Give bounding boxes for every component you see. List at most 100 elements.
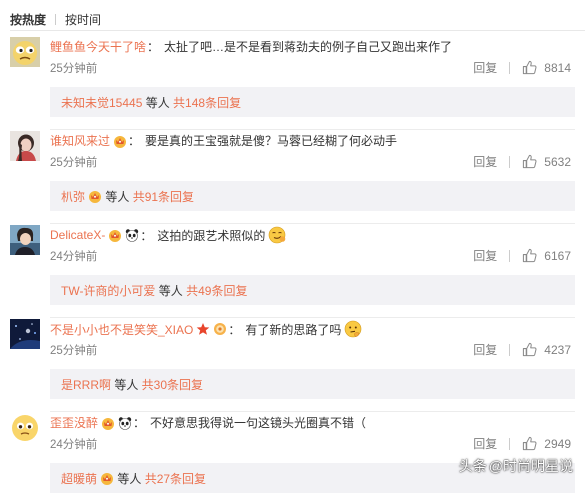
timestamp: 25分钟前	[50, 63, 98, 75]
like-count: 5632	[544, 154, 571, 169]
comment-item: DelicateX- ： 这拍的跟艺术照似的 24分钟前 回复 6167 TW-…	[0, 225, 585, 318]
replies-summary[interactable]: 未知未觉15445 等人 共148条回复	[50, 87, 575, 117]
avatar[interactable]	[10, 225, 40, 255]
reply-usernames[interactable]: 朳弥	[61, 188, 85, 205]
like-count: 8814	[544, 60, 571, 75]
comment-item: 谁知风来过 ： 要是真的王宝强就是傻？马蓉已经糊了何必动手 25分钟前 回复 5…	[0, 131, 585, 224]
smirk-emoji-icon	[268, 226, 286, 244]
timestamp: 24分钟前	[50, 251, 98, 263]
avatar[interactable]	[10, 319, 40, 349]
username[interactable]: 鲤鱼鱼今天干了啥	[50, 38, 146, 55]
like-button[interactable]: 5632	[522, 154, 571, 169]
comment-actions: 回复 8814	[473, 59, 571, 76]
star-badge-icon	[196, 322, 210, 336]
reply-usernames[interactable]: TW-许商的小可爱	[61, 282, 155, 299]
colon: ：	[140, 228, 153, 243]
comment-divider	[50, 411, 575, 412]
panda-badge-icon	[125, 228, 139, 242]
more-replies-link[interactable]: 共148条回复	[173, 94, 241, 111]
actions-separator	[509, 437, 511, 450]
more-replies-link[interactable]: 共91条回复	[133, 188, 194, 205]
timestamp: 25分钟前	[50, 345, 98, 357]
sort-by-hot-tab[interactable]: 按热度	[10, 11, 46, 28]
comment-actions: 回复 6167	[473, 247, 571, 264]
comment-divider	[50, 129, 575, 130]
comment-text: 不好意思我得说一句这镜头光圈真不错（	[150, 416, 367, 430]
comment-divider	[50, 317, 575, 318]
sort-bar: 按热度 按时间	[10, 10, 101, 28]
comment-text: 有了新的思路了吗	[245, 322, 342, 337]
watermark: 头条 @时尚明星说	[459, 456, 573, 476]
watermark-text: @时尚明星说	[488, 458, 573, 474]
watermark-prefix: 头条	[458, 458, 487, 474]
crown-badge-icon	[113, 134, 127, 148]
comment-text: 这拍的跟艺术照似的	[157, 228, 266, 243]
username[interactable]: 歪歪没醉	[50, 414, 98, 431]
flower-badge-icon	[213, 322, 227, 336]
timestamp: 25分钟前	[50, 157, 98, 169]
reply-suffix: 等人	[142, 95, 174, 110]
username[interactable]: 谁知风来过	[50, 132, 110, 149]
like-button[interactable]: 2949	[522, 436, 571, 451]
reply-usernames[interactable]: 是RRR啊	[61, 376, 111, 393]
actions-separator	[509, 343, 511, 356]
username[interactable]: DelicateX-	[50, 228, 105, 242]
reply-suffix: 等人	[102, 189, 133, 204]
like-count: 2949	[544, 436, 571, 451]
replies-summary[interactable]: 是RRR啊 等人 共30条回复	[50, 369, 575, 399]
actions-separator	[509, 61, 511, 74]
comment-item: 歪歪没醉 ： 不好意思我得说一句这镜头光圈真不错（ 24分钟前 回复 2949 …	[0, 413, 585, 493]
comment-actions: 回复 5632	[473, 153, 571, 170]
reply-suffix: 等人	[155, 283, 187, 298]
sort-by-time-tab[interactable]: 按时间	[65, 11, 101, 28]
more-replies-link[interactable]: 共30条回复	[142, 376, 203, 393]
username[interactable]: 不是小小也不是笑笑_XIAO	[50, 321, 193, 338]
actions-separator	[509, 155, 511, 168]
comment-actions: 回复 2949	[473, 435, 571, 452]
like-button[interactable]: 8814	[522, 60, 571, 75]
thumbs-up-icon	[523, 248, 537, 263]
avatar[interactable]	[10, 37, 40, 67]
reply-button[interactable]: 回复	[473, 435, 497, 452]
replies-summary[interactable]: TW-许商的小可爱 等人 共49条回复	[50, 275, 575, 305]
colon: ：	[128, 134, 141, 148]
crown-badge-icon	[88, 189, 102, 203]
colon: ：	[133, 416, 146, 430]
avatar[interactable]	[10, 131, 40, 161]
comment-actions: 回复 4237	[473, 341, 571, 358]
reply-suffix: 等人	[114, 471, 145, 486]
reply-usernames[interactable]: 超暖萌	[61, 470, 97, 487]
reply-button[interactable]: 回复	[473, 59, 497, 76]
thumbs-up-icon	[523, 60, 537, 75]
more-replies-link[interactable]: 共27条回复	[145, 470, 206, 487]
like-count: 4237	[544, 342, 571, 357]
thumbs-up-icon	[523, 436, 537, 451]
comment-divider	[50, 223, 575, 224]
thumbs-up-icon	[523, 342, 537, 357]
thinking-emoji-icon	[344, 320, 362, 338]
colon: ：	[228, 322, 241, 337]
reply-button[interactable]: 回复	[473, 153, 497, 170]
sort-bar-divider	[10, 30, 585, 31]
more-replies-link[interactable]: 共49条回复	[186, 282, 247, 299]
reply-usernames[interactable]: 未知未觉15445	[61, 94, 142, 111]
actions-separator	[509, 249, 511, 262]
comment-text: 太扯了吧…是不是看到蒋劲夫的例子自己又跑出来作了	[164, 40, 453, 54]
like-count: 6167	[544, 248, 571, 263]
thumbs-up-icon	[523, 154, 537, 169]
reply-suffix: 等人	[111, 377, 142, 392]
comment-item: 不是小小也不是笑笑_XIAO ： 有了新的思路了吗 25分钟前 回复 4237 …	[0, 319, 585, 412]
timestamp: 24分钟前	[50, 439, 98, 451]
colon: ：	[147, 40, 160, 54]
like-button[interactable]: 6167	[522, 248, 571, 263]
like-button[interactable]: 4237	[522, 342, 571, 357]
sort-separator	[55, 13, 57, 25]
panda-badge-icon	[118, 416, 132, 430]
avatar[interactable]	[10, 413, 40, 443]
reply-button[interactable]: 回复	[473, 247, 497, 264]
crown-badge-icon	[108, 228, 122, 242]
comment-text: 要是真的王宝强就是傻？马蓉已经糊了何必动手	[145, 134, 398, 148]
comment-item: 鲤鱼鱼今天干了啥 ： 太扯了吧…是不是看到蒋劲夫的例子自己又跑出来作了 25分钟…	[0, 37, 585, 130]
reply-button[interactable]: 回复	[473, 341, 497, 358]
replies-summary[interactable]: 朳弥 等人 共91条回复	[50, 181, 575, 211]
